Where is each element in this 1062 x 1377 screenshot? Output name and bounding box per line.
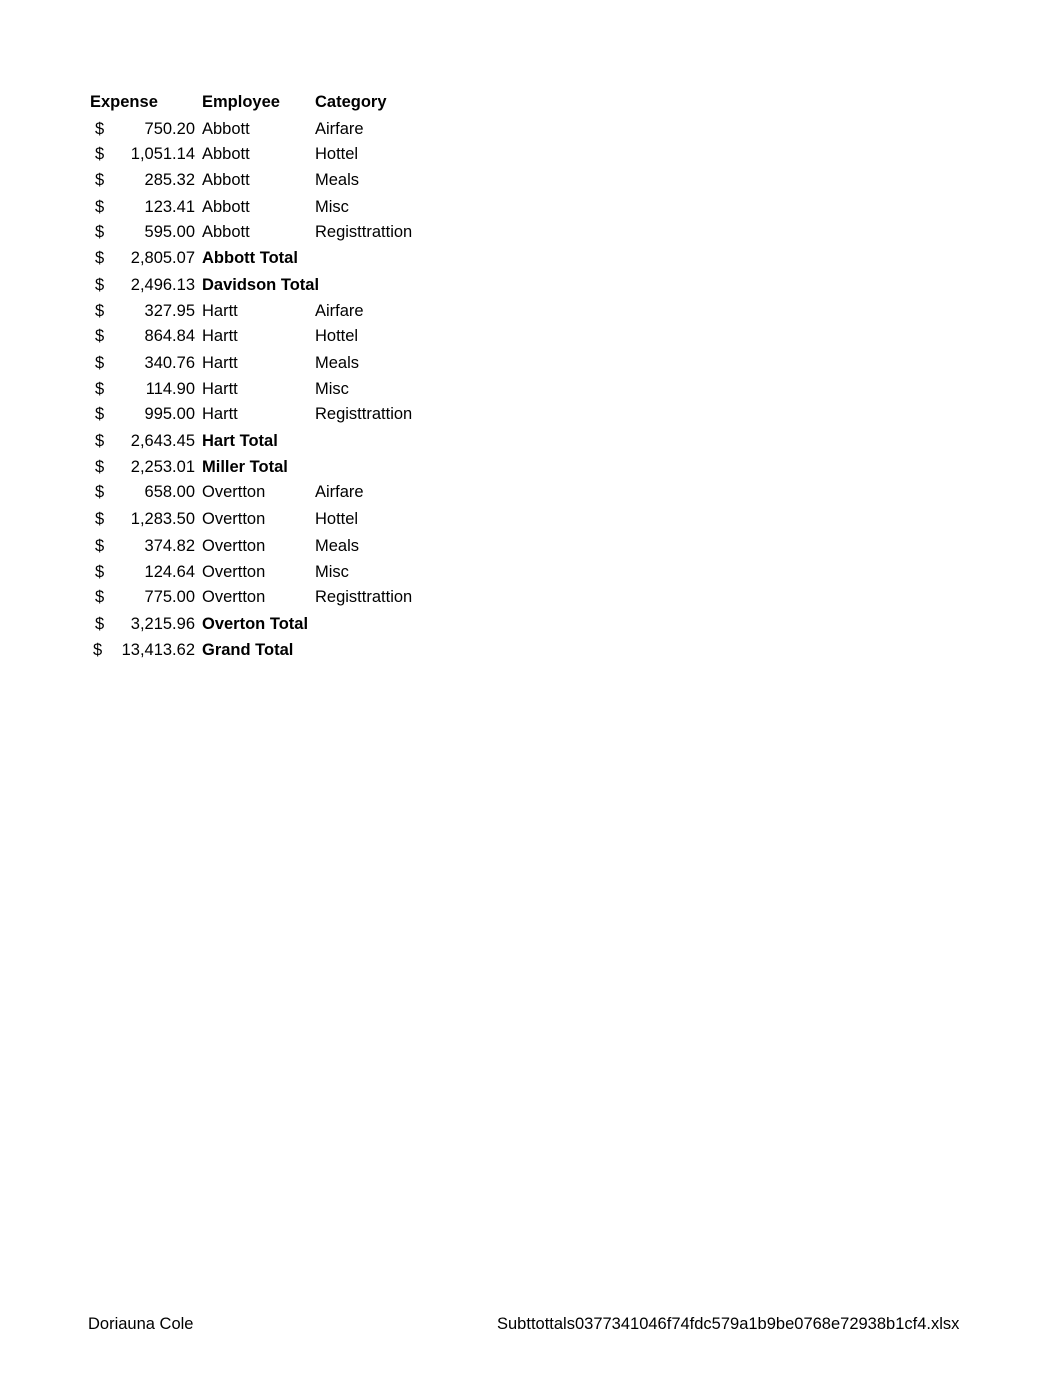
table-row: $658.00 Overtton Airfare — [0, 481, 500, 503]
header-expense: Expense — [90, 93, 158, 111]
expense-category: Hottel — [315, 145, 359, 163]
table-row: $123.41 Abbott Misc — [0, 196, 500, 218]
employee-name: Hartt — [202, 302, 238, 320]
table-row: $285.32 Abbott Meals — [0, 169, 500, 191]
employee-name: Hartt — [202, 405, 238, 423]
expense-amount: 658.00 — [144, 483, 195, 501]
expense-amount: 864.84 — [144, 327, 195, 345]
expense-amount: 124.64 — [144, 563, 195, 581]
expense-category: Misc — [315, 198, 349, 216]
expense-category: Airfare — [315, 483, 364, 501]
expense-amount: 2,643.45 — [130, 432, 195, 450]
expense-category: Registtrattion — [315, 588, 413, 606]
header-category: Category — [315, 93, 387, 111]
employee-name: Abbott — [202, 223, 250, 241]
expense-amount: 775.00 — [144, 588, 195, 606]
expense-category: Misc — [315, 563, 349, 581]
expense-amount: 374.82 — [144, 537, 195, 555]
expense-amount: 1,283.50 — [130, 510, 195, 528]
expense-amount: 340.76 — [144, 354, 195, 372]
total-label: Hart Total — [202, 432, 278, 450]
employee-name: Hartt — [202, 354, 238, 372]
employee-name: Hartt — [202, 380, 238, 398]
expense-category: Airfare — [315, 120, 364, 138]
expense-category: Meals — [315, 537, 360, 555]
expense-amount: 1,051.14 — [130, 145, 195, 163]
total-label: Davidson Total — [202, 276, 320, 294]
table-row: $995.00 Hartt Registtrattion — [0, 403, 500, 425]
expense-amount: 327.95 — [144, 302, 195, 320]
expense-category: Misc — [315, 380, 349, 398]
employee-name: Overtton — [202, 537, 266, 555]
expense-amount: 995.00 — [144, 405, 195, 423]
header-row: Expense Employee Category — [0, 91, 500, 113]
subtotal-row: $3,215.96 Overton Total — [0, 613, 500, 635]
employee-name: Abbott — [202, 198, 250, 216]
subtotal-row: $2,643.45 Hart Total — [0, 430, 500, 452]
table-row: $750.20 Abbott Airfare — [0, 118, 500, 140]
employee-name: Overtton — [202, 563, 266, 581]
table-row: $340.76 Hartt Meals — [0, 352, 500, 374]
expense-category: Meals — [315, 171, 360, 189]
expense-amount: 2,496.13 — [130, 276, 195, 294]
employee-name: Abbott — [202, 145, 250, 163]
subtotal-row: $2,496.13 Davidson Total — [0, 274, 500, 296]
expense-amount: 750.20 — [144, 120, 195, 138]
expense-amount: 595.00 — [144, 223, 195, 241]
table-row: $114.90 Hartt Misc — [0, 378, 500, 400]
subtotal-row: $2,805.07 Abbott Total — [0, 247, 500, 269]
expense-category: Meals — [315, 354, 360, 372]
expense-amount: 13,413.62 — [121, 641, 195, 659]
employee-name: Abbott — [202, 120, 250, 138]
expense-amount: 3,215.96 — [130, 615, 195, 633]
expense-category: Hottel — [315, 327, 359, 345]
employee-name: Abbott — [202, 171, 250, 189]
expense-amount: 123.41 — [144, 198, 195, 216]
total-label: Overton Total — [202, 615, 309, 633]
employee-name: Hartt — [202, 327, 238, 345]
table-row: $1,051.14 Abbott Hottel — [0, 143, 500, 165]
total-label: Abbott Total — [202, 249, 298, 267]
expense-amount: 114.90 — [145, 380, 195, 398]
expense-amount: 2,805.07 — [130, 249, 195, 267]
spreadsheet-page: Expense Employee Category $750.20 Abbott A… — [0, 0, 1062, 1377]
expense-category: Registtrattion — [315, 405, 413, 423]
footer-filename: Subttottals0377341046f74fdc579a1b9be0768… — [497, 1315, 960, 1333]
employee-name: Overtton — [202, 510, 266, 528]
total-label: Grand Total — [202, 641, 294, 659]
employee-name: Overtton — [202, 588, 266, 606]
table-row: $595.00 Abbott Registtrattion — [0, 221, 500, 243]
table-row: $864.84 Hartt Hottel — [0, 325, 500, 347]
table-row: $327.95 Hartt Airfare — [0, 300, 500, 322]
expense-category: Registtrattion — [315, 223, 413, 241]
footer-author: Doriauna Cole — [88, 1315, 194, 1333]
total-label: Miller Total — [202, 458, 288, 476]
expense-category: Airfare — [315, 302, 364, 320]
employee-name: Overtton — [202, 483, 266, 501]
subtotal-row: $2,253.01 Miller Total — [0, 456, 500, 478]
table-row: $1,283.50 Overtton Hottel — [0, 508, 500, 530]
table-row: $374.82 Overtton Meals — [0, 535, 500, 557]
table-row: $775.00 Overtton Registtrattion — [0, 586, 500, 608]
expense-amount: 285.32 — [144, 171, 195, 189]
expense-category: Hottel — [315, 510, 359, 528]
header-employee: Employee — [202, 93, 280, 111]
subtotal-row: $13,413.62 Grand Total — [0, 639, 500, 661]
expense-amount: 2,253.01 — [130, 458, 195, 476]
table-row: $124.64 Overtton Misc — [0, 561, 500, 583]
